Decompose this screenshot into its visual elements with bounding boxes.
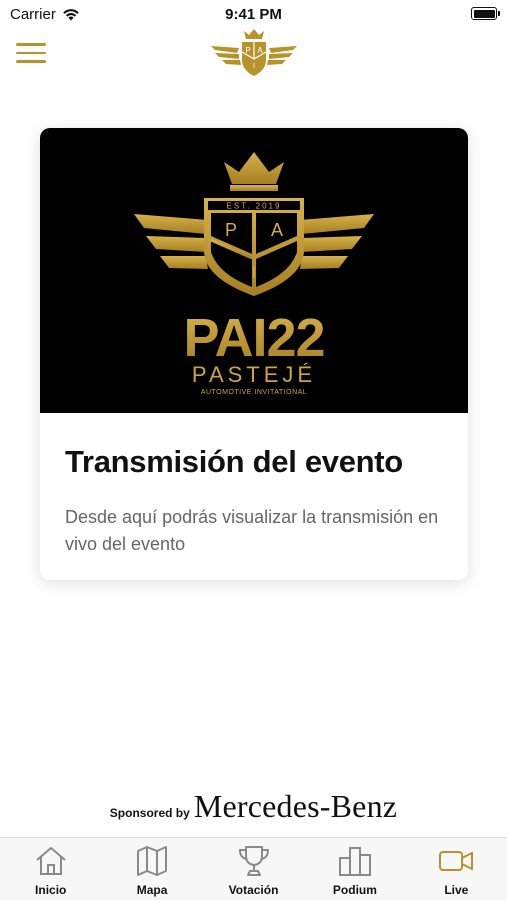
home-icon <box>36 847 66 875</box>
tab-label: Mapa <box>136 883 168 897</box>
logo-wordmark: PAI22 <box>183 308 324 368</box>
tab-label: Live <box>444 883 469 897</box>
map-icon <box>137 846 168 876</box>
tab-label: Inicio <box>35 883 67 897</box>
tab-label: Podium <box>332 883 377 897</box>
header-logo: P A I <box>211 29 297 76</box>
card-banner-image: EST. 2019 P A I PAI22 PASTEJÉ AUTOMOTIVE… <box>40 128 468 413</box>
bottom-tab-bar: Inicio Mapa Votación Podium Live <box>0 837 507 900</box>
header-logo-letter: I <box>253 63 255 70</box>
hamburger-line <box>16 51 46 54</box>
header-logo-letter: P <box>245 46 250 55</box>
sponsor-banner: Sponsored by Mercedes-Benz <box>0 788 507 825</box>
tab-podium[interactable]: Podium <box>304 838 405 900</box>
pai22-logo: EST. 2019 P A I PAI22 PASTEJÉ AUTOMOTIVE… <box>134 152 374 396</box>
battery-icon <box>471 7 500 20</box>
logo-letter: P <box>225 220 237 240</box>
card-title: Transmisión del evento <box>65 444 403 479</box>
tab-live[interactable]: Live <box>406 838 507 900</box>
hamburger-menu-button[interactable] <box>16 43 46 63</box>
header-logo-letter: A <box>257 46 263 55</box>
logo-name: PASTEJÉ <box>192 362 316 387</box>
video-camera-icon <box>439 851 474 871</box>
battery-fill <box>473 9 495 18</box>
logo-established: EST. 2019 <box>227 202 282 211</box>
logo-tagline: AUTOMOTIVE INVITATIONAL <box>201 389 307 396</box>
sponsor-label: Sponsored by <box>109 806 190 820</box>
trophy-icon <box>238 846 269 876</box>
hamburger-line <box>16 60 46 63</box>
logo-letter: I <box>252 265 256 282</box>
status-time: 9:41 PM <box>225 6 282 23</box>
tab-votacion[interactable]: Votación <box>203 838 304 900</box>
tab-inicio[interactable]: Inicio <box>0 838 101 900</box>
tab-mapa[interactable]: Mapa <box>101 838 202 900</box>
podium-icon <box>338 847 371 876</box>
status-bar: Carrier 9:41 PM <box>0 0 507 28</box>
card-description: Desde aquí podrás visualizar la transmis… <box>65 507 439 554</box>
event-stream-card[interactable]: EST. 2019 P A I PAI22 PASTEJÉ AUTOMOTIVE… <box>40 128 468 580</box>
sponsor-brand-logo: Mercedes-Benz <box>193 788 398 824</box>
tab-label: Votación <box>228 883 279 897</box>
logo-letter: A <box>271 220 283 240</box>
hamburger-line <box>16 43 46 46</box>
